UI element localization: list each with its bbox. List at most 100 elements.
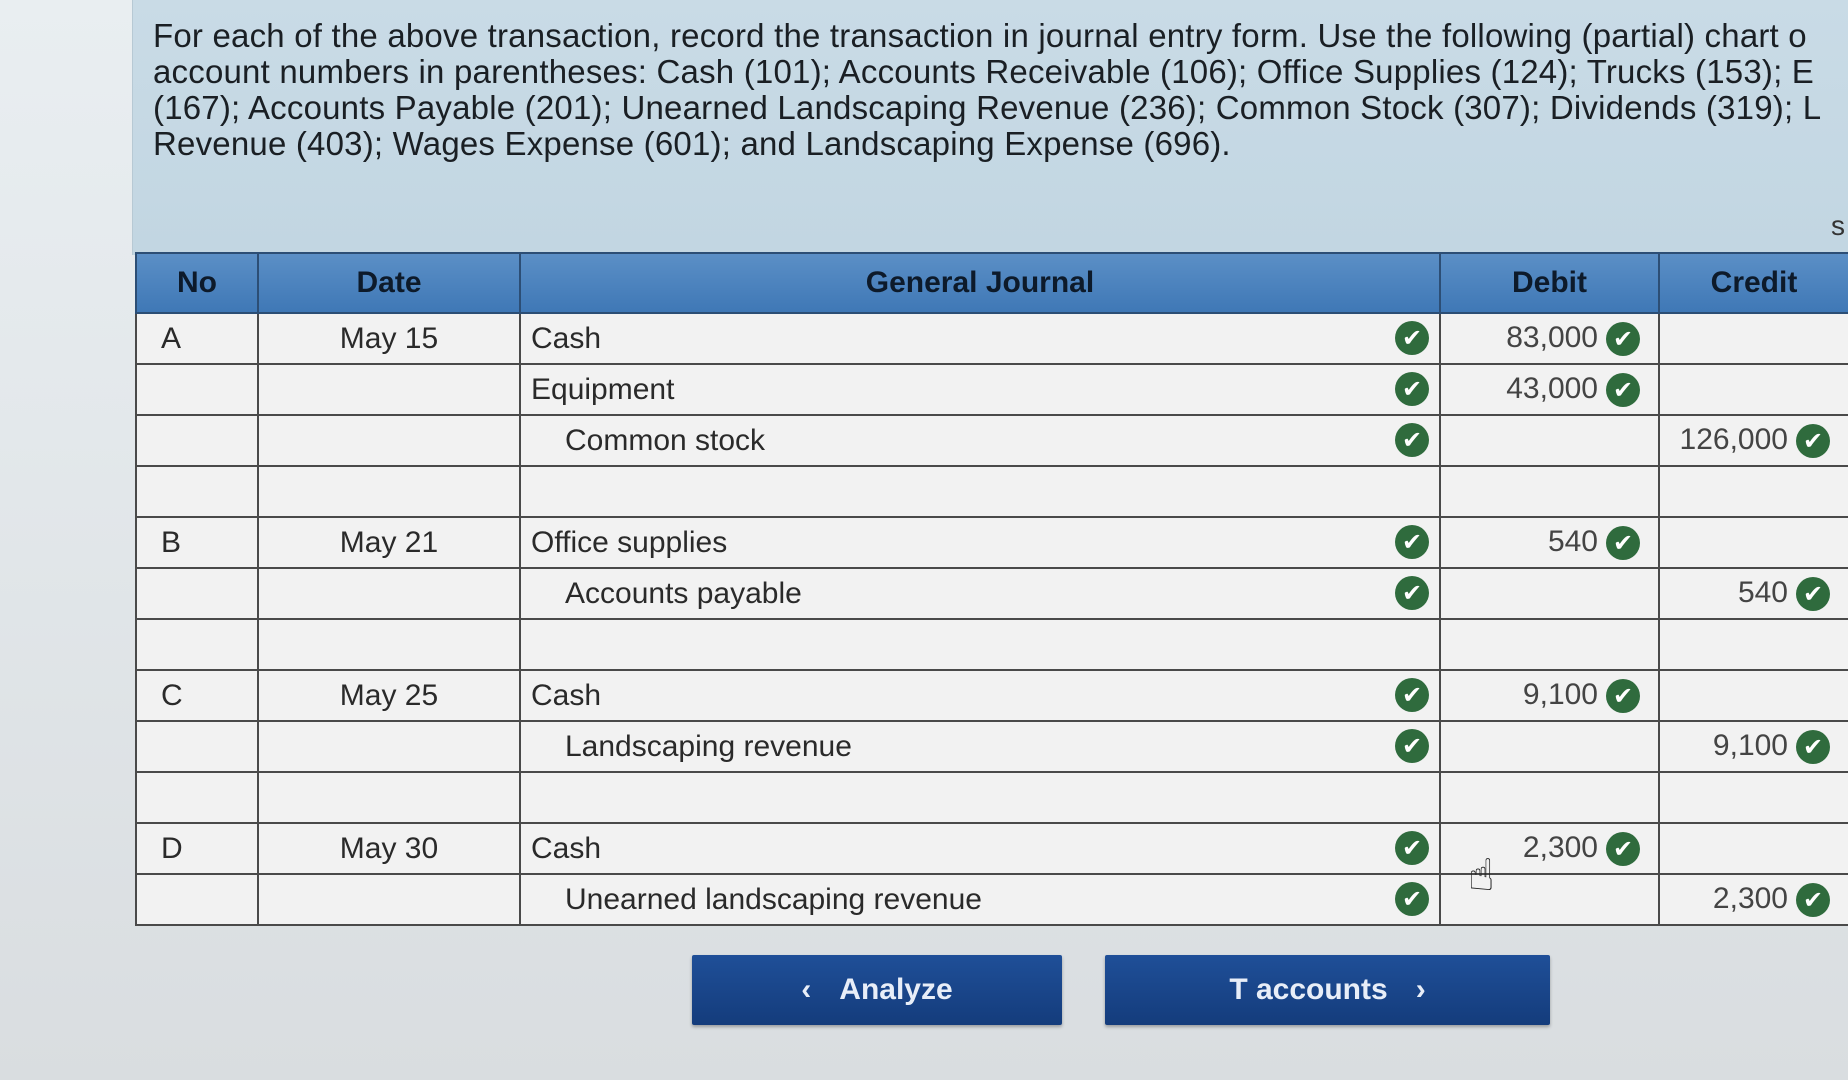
cell-debit[interactable]: 540 ✔ xyxy=(1439,516,1660,569)
check-circle-icon: ✔ xyxy=(1606,832,1640,867)
cell-no: A xyxy=(135,312,259,365)
cell-account-text: Office supplies xyxy=(531,525,728,559)
cell-credit-text: 126,000 xyxy=(1679,422,1788,456)
instructions-line: account numbers in parentheses: Cash (10… xyxy=(153,53,1815,90)
cell-date[interactable] xyxy=(257,618,521,671)
cell-account[interactable] xyxy=(519,465,1441,518)
cell-no xyxy=(135,771,259,824)
check-circle-icon: ✔ xyxy=(1395,525,1429,559)
cell-account[interactable]: Accounts payable ✔ xyxy=(519,567,1441,620)
cell-account[interactable]: Landscaping revenue ✔ xyxy=(519,720,1441,773)
cell-credit[interactable] xyxy=(1658,465,1848,518)
check-circle-icon: ✔ xyxy=(1395,831,1429,865)
cell-date[interactable] xyxy=(257,720,521,773)
cell-credit[interactable] xyxy=(1658,516,1848,569)
check-circle-icon: ✔ xyxy=(1796,730,1830,765)
chevron-left-icon: ‹ xyxy=(801,973,812,1006)
cell-date[interactable]: May 25 xyxy=(257,669,521,722)
cell-account[interactable]: Equipment ✔ xyxy=(519,363,1441,416)
table-row: C May 25 Cash ✔ 9,100 ✔ xyxy=(135,669,1848,722)
cell-account[interactable]: Unearned landscaping revenue ✔ xyxy=(519,873,1441,926)
cell-credit[interactable]: 126,000 ✔ xyxy=(1658,414,1848,467)
cell-credit[interactable] xyxy=(1658,771,1848,824)
check-circle-icon: ✔ xyxy=(1395,576,1429,610)
cell-debit-text: 83,000 xyxy=(1506,320,1598,354)
cell-debit[interactable]: 43,000 ✔ xyxy=(1439,363,1660,416)
page: For each of the above transaction, recor… xyxy=(0,0,1848,1080)
cell-account[interactable]: Cash ✔ xyxy=(519,822,1441,875)
cell-no xyxy=(135,720,259,773)
check-circle-icon: ✔ xyxy=(1395,423,1429,457)
cell-date[interactable] xyxy=(257,771,521,824)
check-circle-icon: ✔ xyxy=(1395,372,1429,406)
cell-debit[interactable] xyxy=(1439,771,1660,824)
header-no: No xyxy=(135,252,259,314)
cell-credit[interactable]: 540 ✔ xyxy=(1658,567,1848,620)
cell-account-text: Equipment xyxy=(531,372,675,406)
cell-date-text: May 21 xyxy=(339,525,439,559)
cell-debit[interactable] xyxy=(1439,414,1660,467)
cell-no-text: C xyxy=(161,678,183,712)
table-row xyxy=(135,465,1848,518)
cell-debit[interactable] xyxy=(1439,465,1660,518)
cell-credit[interactable] xyxy=(1658,363,1848,416)
cell-credit[interactable] xyxy=(1658,669,1848,722)
cell-date[interactable] xyxy=(257,414,521,467)
cell-date[interactable]: May 21 xyxy=(257,516,521,569)
cell-account[interactable] xyxy=(519,618,1441,671)
cell-date-text: May 30 xyxy=(339,831,439,865)
cell-no xyxy=(135,363,259,416)
cell-date[interactable] xyxy=(257,363,521,416)
cell-debit[interactable]: 83,000 ✔ xyxy=(1439,312,1660,365)
general-journal-table: No Date General Journal Debit Credit A Ma… xyxy=(135,252,1848,926)
journal-body: A May 15 Cash ✔ 83,000 ✔ Equipment ✔ 43,000 ✔ Comm… xyxy=(135,312,1848,926)
instructions-line: For each of the above transaction, recor… xyxy=(153,17,1807,54)
cell-debit-text: 540 xyxy=(1547,524,1598,558)
analyze-button[interactable]: ‹ Analyze xyxy=(692,955,1062,1025)
cell-account-text: Common stock xyxy=(565,423,766,457)
cell-account[interactable]: Common stock ✔ xyxy=(519,414,1441,467)
cell-no: B xyxy=(135,516,259,569)
cell-no xyxy=(135,618,259,671)
check-circle-icon: ✔ xyxy=(1395,729,1429,763)
check-circle-icon: ✔ xyxy=(1395,882,1429,916)
cell-account-text: Cash xyxy=(531,321,602,355)
cell-date[interactable] xyxy=(257,567,521,620)
cell-credit[interactable]: 2,300 ✔ xyxy=(1658,873,1848,926)
cell-date[interactable]: May 15 xyxy=(257,312,521,365)
cell-date[interactable]: May 30 xyxy=(257,822,521,875)
cut-off-text: s xyxy=(1831,210,1845,241)
cell-debit[interactable] xyxy=(1439,567,1660,620)
cell-date[interactable] xyxy=(257,465,521,518)
cell-account[interactable]: Cash ✔ xyxy=(519,312,1441,365)
cell-account-text: Cash xyxy=(531,678,602,712)
cell-debit[interactable] xyxy=(1439,720,1660,773)
cell-credit[interactable] xyxy=(1658,312,1848,365)
cell-credit-text: 2,300 xyxy=(1712,881,1788,915)
cell-account-text: Cash xyxy=(531,831,602,865)
cell-no xyxy=(135,414,259,467)
header-credit: Credit xyxy=(1658,252,1848,314)
table-row: Unearned landscaping revenue ✔ 2,300 ✔ xyxy=(135,873,1848,926)
cell-credit[interactable]: 9,100 ✔ xyxy=(1658,720,1848,773)
chevron-right-icon: › xyxy=(1415,973,1426,1006)
cell-account[interactable] xyxy=(519,771,1441,824)
t-accounts-button[interactable]: T accounts › xyxy=(1105,955,1550,1025)
cell-debit-text: 2,300 xyxy=(1522,830,1598,864)
table-row: B May 21 Office supplies ✔ 540 ✔ xyxy=(135,516,1848,569)
cell-date-text: May 25 xyxy=(339,678,439,712)
cell-debit-text: 43,000 xyxy=(1506,371,1598,405)
cell-credit[interactable] xyxy=(1658,618,1848,671)
table-row: Common stock ✔ 126,000 ✔ xyxy=(135,414,1848,467)
cell-date[interactable] xyxy=(257,873,521,926)
table-row: Equipment ✔ 43,000 ✔ xyxy=(135,363,1848,416)
cell-account[interactable]: Cash ✔ xyxy=(519,669,1441,722)
instructions-line: (167); Accounts Payable (201); Unearned … xyxy=(153,89,1822,126)
cell-credit[interactable] xyxy=(1658,822,1848,875)
check-circle-icon: ✔ xyxy=(1395,321,1429,355)
cell-account[interactable]: Office supplies ✔ xyxy=(519,516,1441,569)
cell-no-text: B xyxy=(161,525,182,559)
header-date: Date xyxy=(257,252,521,314)
cell-debit[interactable] xyxy=(1439,618,1660,671)
cell-debit[interactable]: 9,100 ✔ xyxy=(1439,669,1660,722)
